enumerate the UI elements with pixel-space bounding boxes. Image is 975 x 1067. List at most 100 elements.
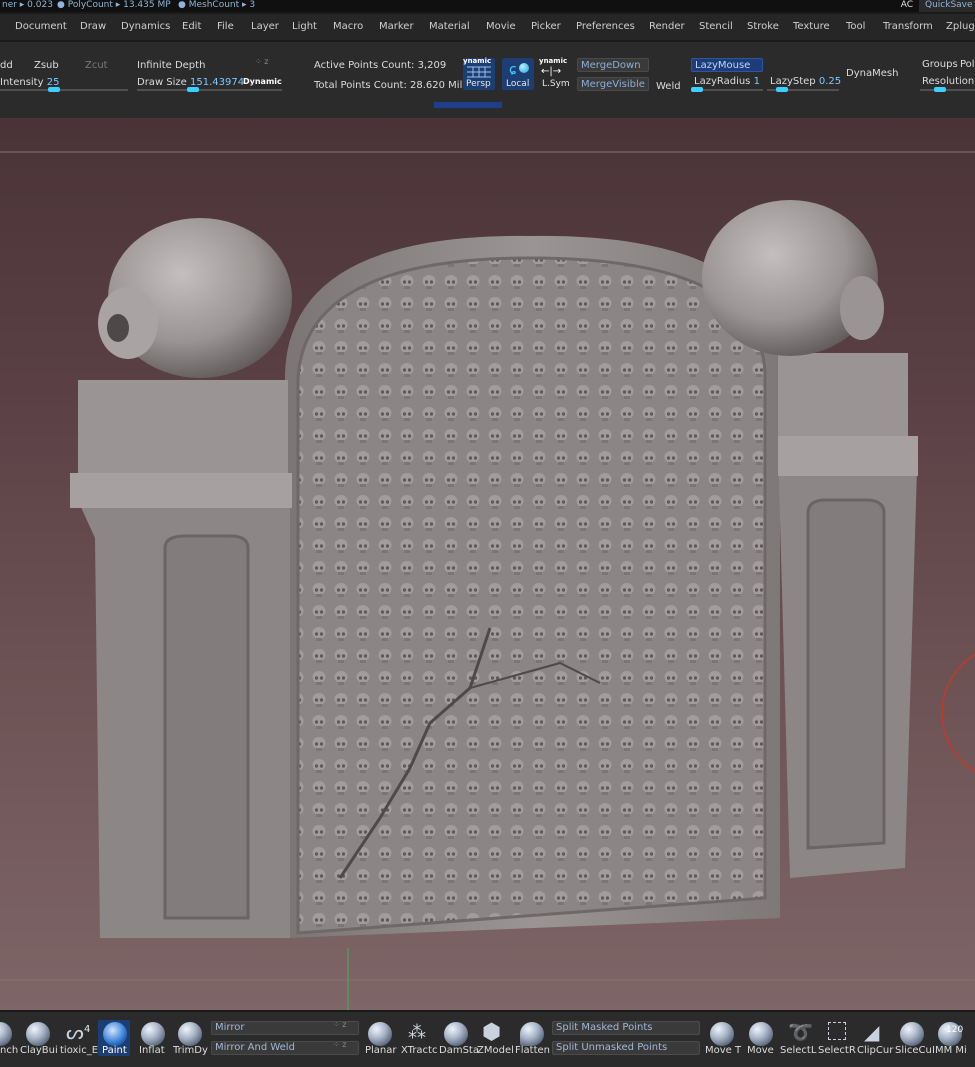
lazy-step-label[interactable]: LazyStep 0.25 [770, 76, 841, 87]
menu-light[interactable]: Light [292, 21, 317, 32]
split-masked-points-button[interactable]: Split Masked Points [552, 1021, 700, 1035]
menu-file[interactable]: File [217, 21, 234, 32]
brush-zmodeler[interactable]: ⬢ ZModel [476, 1012, 514, 1067]
menu-macro[interactable]: Macro [333, 21, 363, 32]
brush-label: SliceCu [895, 1045, 932, 1056]
brush-planar[interactable]: Planar [364, 1012, 400, 1067]
menu-stencil[interactable]: Stencil [699, 21, 733, 32]
total-points-count: Total Points Count: 28.620 Mil [314, 80, 463, 91]
brush-slicecurve[interactable]: SliceCu [894, 1012, 932, 1067]
bottom-shelf: nch ClayBui ᔕ 4 tioxic_E Paint Inflat Tr… [0, 1012, 975, 1067]
menu-document[interactable]: Document [15, 21, 67, 32]
brush-label: SelectL [780, 1045, 817, 1056]
dynamic-toggle[interactable]: Dynamic [243, 77, 282, 86]
brush-label: ZModel [477, 1045, 514, 1056]
intensity-slider[interactable] [0, 89, 128, 91]
infinite-depth-button[interactable]: Infinite Depth [137, 60, 205, 71]
menu-transform[interactable]: Transform [883, 21, 933, 32]
lazy-step-value: 0.25 [818, 76, 842, 87]
lsym-dynamic-label: ynamic [539, 57, 568, 65]
menu-movie[interactable]: Movie [486, 21, 516, 32]
resolution-slider[interactable] [920, 89, 975, 91]
resolution-label[interactable]: Resolution [922, 76, 974, 87]
dynamesh-button[interactable]: DynaMesh [846, 68, 898, 79]
menu-tool[interactable]: Tool [846, 21, 865, 32]
menu-draw[interactable]: Draw [80, 21, 106, 32]
ac-indicator[interactable]: AC [901, 0, 913, 11]
menu-material[interactable]: Material [429, 21, 470, 32]
brush-label: TrimDy [173, 1045, 208, 1056]
brush-toxic-icon: ᔕ [66, 1020, 84, 1044]
menu-stroke[interactable]: Stroke [747, 21, 779, 32]
brush-move-topological[interactable]: Move T [704, 1012, 742, 1067]
brush-damstandard[interactable]: DamSta [438, 1012, 479, 1067]
zadd-button[interactable]: dd [0, 60, 13, 71]
brush-label: Flatten [515, 1045, 550, 1056]
menu-marker[interactable]: Marker [379, 21, 414, 32]
brush-label: Planar [365, 1045, 397, 1056]
brush-label: ClipCur [857, 1045, 894, 1056]
local-sphere-icon [519, 63, 529, 73]
brush-move-topological-icon [710, 1022, 734, 1046]
brush-trimdynamic[interactable]: TrimDy [172, 1012, 210, 1067]
mirror-weld-pin-icon[interactable]: ⁘ z [333, 1040, 346, 1049]
mirror-pin-icon[interactable]: ⁘ z [333, 1020, 346, 1029]
lazy-step-slider-handle[interactable] [776, 87, 788, 92]
pin-icon[interactable]: ⁘ z [255, 57, 268, 66]
brush-xtractor[interactable]: ⁂ XTractc [400, 1012, 438, 1067]
zcut-button[interactable]: Zcut [85, 60, 108, 71]
menu-preferences[interactable]: Preferences [576, 21, 635, 32]
brush-slicecurve-icon [900, 1022, 924, 1046]
brush-inflate[interactable]: Inflat [138, 1012, 168, 1067]
brush-toxic[interactable]: ᔕ 4 tioxic_E [60, 1012, 98, 1067]
polish-button[interactable]: Pol [960, 59, 975, 70]
lazy-radius-label-text: LazyRadius [694, 76, 751, 87]
draw-size-slider-handle[interactable] [187, 87, 199, 92]
merge-down-button[interactable]: MergeDown [577, 58, 649, 72]
menu-texture[interactable]: Texture [793, 21, 830, 32]
resolution-slider-handle[interactable] [934, 87, 946, 92]
brush-label: DamSta [439, 1045, 479, 1056]
brush-selectlasso[interactable]: ➰ SelectL [780, 1012, 818, 1067]
brush-label: SelectR [818, 1045, 856, 1056]
merge-visible-button[interactable]: MergeVisible [577, 77, 649, 91]
draw-size-slider[interactable] [137, 89, 282, 91]
lsym-button[interactable]: L.Sym [542, 79, 570, 89]
menu-picker[interactable]: Picker [531, 21, 561, 32]
zsub-button[interactable]: Zsub [34, 60, 59, 71]
brush-label: XTractc [401, 1045, 438, 1056]
lazy-mouse-button[interactable]: LazyMouse [691, 58, 763, 72]
brush-paint-icon [103, 1022, 127, 1046]
status-item: ner ▸ 0.023 [2, 0, 53, 10]
lazy-radius-value: 1 [753, 76, 760, 87]
brush-claybuildup[interactable]: ClayBui [20, 1012, 60, 1067]
brush-trimdynamic-icon [178, 1022, 202, 1046]
brush-selectrect[interactable]: SelectR [818, 1012, 856, 1067]
canvas-viewport[interactable] [0, 118, 975, 1010]
split-unmasked-points-button[interactable]: Split Unmasked Points [552, 1041, 700, 1055]
quicksave-button[interactable]: QuickSave [919, 0, 975, 12]
brush-flatten-icon [520, 1022, 544, 1046]
brush-flatten[interactable]: Flatten [514, 1012, 552, 1067]
menu-zplugin[interactable]: Zplugi [946, 21, 975, 32]
brush-label: IMM Mi [932, 1045, 967, 1056]
brush-move[interactable]: Move [745, 1012, 777, 1067]
grid-icon [467, 66, 491, 78]
menu-layer[interactable]: Layer [251, 21, 279, 32]
brush-pinch[interactable]: nch [0, 1012, 18, 1067]
brush-imm[interactable]: 120 IMM Mi [932, 1012, 975, 1067]
intensity-label-text: Intensity [0, 77, 44, 88]
brush-label: nch [0, 1045, 19, 1056]
groups-button[interactable]: Groups [922, 59, 958, 70]
menu-dynamics[interactable]: Dynamics [121, 21, 170, 32]
menu-render[interactable]: Render [649, 21, 685, 32]
lazy-radius-slider-handle[interactable] [691, 87, 703, 92]
local-label: Local [506, 79, 530, 89]
lazy-radius-label[interactable]: LazyRadius 1 [694, 76, 760, 87]
menu-edit[interactable]: Edit [182, 21, 201, 32]
brush-paint[interactable]: Paint [100, 1012, 130, 1067]
brush-clipcurve[interactable]: ◢ ClipCur [856, 1012, 894, 1067]
weld-button[interactable]: Weld [656, 81, 681, 92]
intensity-slider-handle[interactable] [48, 87, 60, 92]
persp-label: Persp [466, 79, 491, 89]
